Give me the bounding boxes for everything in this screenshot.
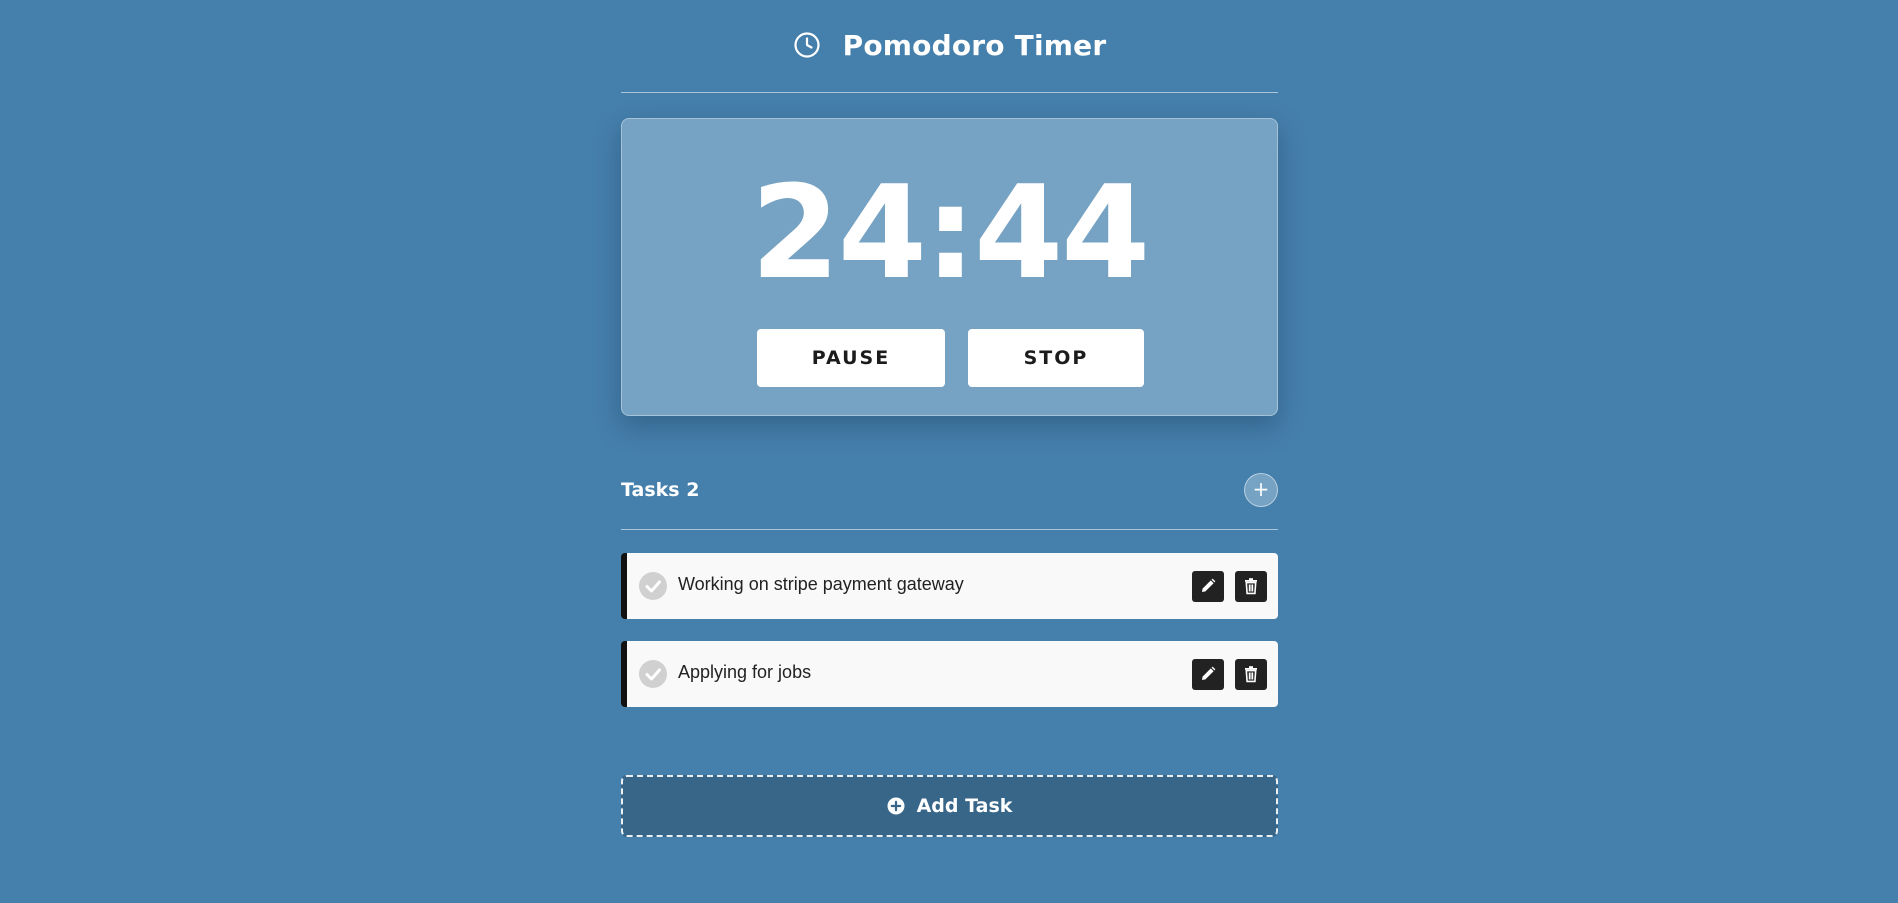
stop-button[interactable]: STOP — [968, 329, 1144, 387]
delete-task-button[interactable] — [1235, 571, 1267, 602]
plus-circle-icon — [887, 797, 905, 815]
add-task-label: Add Task — [916, 795, 1013, 817]
add-task-icon-button[interactable]: + — [1244, 473, 1278, 507]
pencil-icon — [1202, 666, 1216, 680]
app-container: Pomodoro Timer 24:44 PAUSE STOP Tasks 2 … — [621, 0, 1278, 837]
add-task-button[interactable]: Add Task — [621, 775, 1278, 837]
delete-task-button[interactable] — [1235, 659, 1267, 690]
task-item: Applying for jobs — [621, 641, 1278, 707]
timer-card: 24:44 PAUSE STOP — [621, 118, 1278, 416]
task-text: Working on stripe payment gateway — [678, 574, 964, 594]
edit-task-button[interactable] — [1192, 571, 1224, 602]
trash-icon — [1245, 666, 1257, 683]
task-item: Working on stripe payment gateway — [621, 553, 1278, 619]
clock-icon — [794, 32, 820, 58]
trash-icon — [1245, 578, 1257, 595]
pencil-icon — [1202, 578, 1216, 592]
check-icon[interactable] — [639, 572, 667, 600]
page-title: Pomodoro Timer — [842, 28, 1107, 62]
timer-display: 24:44 — [750, 159, 1150, 308]
pause-button[interactable]: PAUSE — [757, 329, 945, 387]
tasks-count-heading: Tasks 2 — [621, 479, 700, 501]
edit-task-button[interactable] — [1192, 659, 1224, 690]
check-icon[interactable] — [639, 660, 667, 688]
task-text: Applying for jobs — [678, 662, 812, 682]
app-header: Pomodoro Timer — [621, 0, 1278, 93]
tasks-header: Tasks 2 + — [621, 455, 1278, 530]
